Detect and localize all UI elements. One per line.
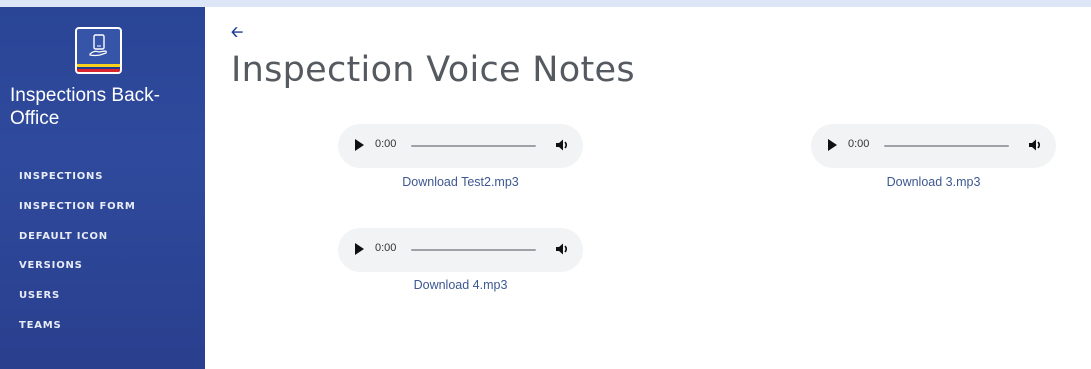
audio-player: 0:00 xyxy=(338,228,583,272)
top-bar xyxy=(0,0,1091,7)
download-link[interactable]: Download Test2.mp3 xyxy=(338,175,583,189)
volume-icon[interactable] xyxy=(554,241,570,257)
audio-progress-slider[interactable] xyxy=(411,249,536,251)
download-link[interactable]: Download 4.mp3 xyxy=(338,278,583,292)
download-link[interactable]: Download 3.mp3 xyxy=(811,175,1056,189)
page-title: Inspection Voice Notes xyxy=(231,50,635,90)
sidebar: Inspections Back-Office INSPECTIONS INSP… xyxy=(0,7,205,369)
sidebar-item-users[interactable]: USERS xyxy=(19,290,136,320)
app-logo-icon[interactable] xyxy=(75,27,122,74)
sidebar-item-inspection-form[interactable]: INSPECTION FORM xyxy=(19,201,136,231)
sidebar-item-default-icon[interactable]: DEFAULT ICON xyxy=(19,231,136,261)
arrow-left-icon: 🡠 xyxy=(231,24,244,41)
app-title: Inspections Back-Office xyxy=(10,85,160,129)
play-icon[interactable] xyxy=(828,139,837,151)
play-icon[interactable] xyxy=(355,139,364,151)
audio-player: 0:00 xyxy=(811,124,1056,168)
volume-icon[interactable] xyxy=(1027,137,1043,153)
back-button[interactable]: 🡠 xyxy=(231,22,243,47)
volume-icon[interactable] xyxy=(554,137,570,153)
audio-player: 0:00 xyxy=(338,124,583,168)
audio-time: 0:00 xyxy=(848,138,870,150)
audio-progress-slider[interactable] xyxy=(411,145,536,147)
sidebar-item-versions[interactable]: VERSIONS xyxy=(19,260,136,290)
audio-time: 0:00 xyxy=(375,242,397,254)
sidebar-item-teams[interactable]: TEAMS xyxy=(19,320,136,350)
sidebar-item-inspections[interactable]: INSPECTIONS xyxy=(19,171,136,201)
play-icon[interactable] xyxy=(355,243,364,255)
audio-time: 0:00 xyxy=(375,138,397,150)
audio-progress-slider[interactable] xyxy=(884,145,1009,147)
sidebar-nav: INSPECTIONS INSPECTION FORM DEFAULT ICON… xyxy=(19,171,136,350)
